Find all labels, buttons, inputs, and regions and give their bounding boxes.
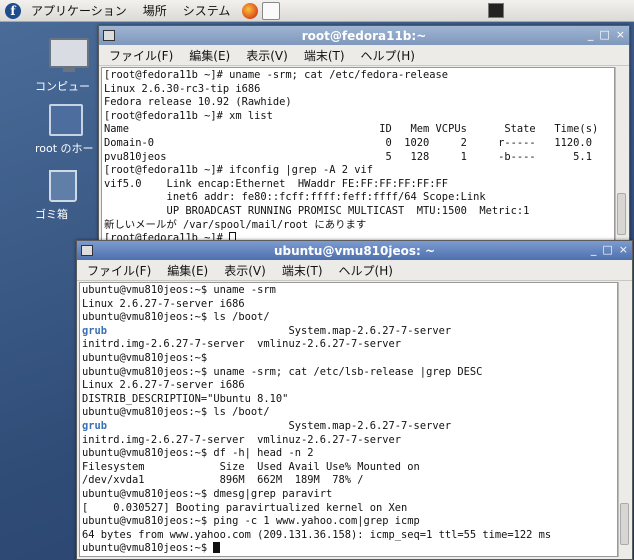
menubar: ファイル(F) 編集(E) 表示(V) 端末(T) ヘルプ(H) [77,260,632,281]
terminal-line: Linux 2.6.27-7-server i686 [82,379,245,392]
terminal-line: [root@fedora11b ~]# ifconfig |grep -A 2 … [104,164,373,177]
close-button[interactable]: × [616,28,625,41]
terminal-output[interactable]: ubuntu@vmu810jeos:~$ uname -srm Linux 2.… [79,282,618,557]
terminal-line: initrd.img-2.6.27-7-server vmlinuz-2.6.2… [82,338,402,351]
mail-launcher-icon[interactable] [262,1,281,20]
menu-edit[interactable]: 編集(E) [159,262,216,279]
terminal-line: ubuntu@vmu810jeos:~$ dmesg|grep paravirt [82,487,333,500]
minimize-button[interactable]: _ [588,28,594,41]
maximize-button[interactable]: □ [602,243,612,256]
terminal-line: Filesystem Size Used Avail Use% Mounted … [82,460,420,473]
menu-terminal[interactable]: 端末(T) [296,47,353,64]
scrollbar[interactable] [615,67,627,247]
terminal-line: ubuntu@vmu810jeos:~$ [82,351,208,364]
home-folder-icon [49,104,83,136]
maximize-button[interactable]: □ [599,28,609,41]
menu-file[interactable]: ファイル(F) [79,262,159,279]
terminal-line: ubuntu@vmu810jeos:~$ ls /boot/ [82,406,270,419]
trash-icon [49,170,77,202]
terminal-tray-icon[interactable] [488,3,504,18]
terminal-line: ubuntu@vmu810jeos:~$ df -h| head -n 2 [82,447,314,460]
window-title: root@fedora11b:~ [301,28,427,43]
menu-view[interactable]: 表示(V) [238,47,296,64]
menu-system[interactable]: システム [177,2,237,19]
top-panel: f アプリケーション 場所 システム [0,0,634,22]
terminal-line: grub System.map-2.6.27-7-server [82,324,452,337]
terminal-line: grub System.map-2.6.27-7-server [82,419,452,432]
terminal-line: ubuntu@vmu810jeos:~$ uname -srm [82,284,276,296]
menu-terminal[interactable]: 端末(T) [274,262,331,279]
menu-edit[interactable]: 編集(E) [181,47,238,64]
menubar: ファイル(F) 編集(E) 表示(V) 端末(T) ヘルプ(H) [99,45,629,66]
terminal-line: initrd.img-2.6.27-7-server vmlinuz-2.6.2… [82,433,402,446]
terminal-line: UP BROADCAST RUNNING PROMISC MULTICAST M… [104,204,530,217]
terminal-window-ubuntu[interactable]: ubuntu@vmu810jeos: ~ _ □ × ファイル(F) 編集(E)… [76,240,633,560]
terminal-line: Linux 2.6.30-rc3-tip i686 [104,82,261,95]
terminal-line: pvu810jeos 5 128 1 -b---- 5.1 [104,150,592,163]
window-title: ubuntu@vmu810jeos: ~ [273,243,436,258]
menu-file[interactable]: ファイル(F) [101,47,181,64]
terminal-line: vif5.0 Link encap:Ethernet HWaddr FE:FF:… [104,177,449,190]
window-menu-icon[interactable] [81,245,93,256]
minimize-button[interactable]: _ [591,243,597,256]
close-button[interactable]: × [619,243,628,256]
window-menu-icon[interactable] [103,30,115,41]
terminal-line: ubuntu@vmu810jeos:~$ ls /boot/ [82,311,270,324]
menu-help[interactable]: ヘルプ(H) [353,47,423,64]
menu-help[interactable]: ヘルプ(H) [331,262,401,279]
menu-places[interactable]: 場所 [137,2,173,19]
terminal-line: [root@fedora11b ~]# xm list [104,109,273,122]
terminal-line: Linux 2.6.27-7-server i686 [82,297,245,310]
terminal-line: 新しいメールが /var/spool/mail/root にあります [104,218,367,231]
scrollbar[interactable] [618,282,630,557]
cursor [213,542,221,554]
terminal-line: Fedora release 10.92 (Rawhide) [104,96,292,109]
fedora-logo-icon[interactable]: f [5,2,21,19]
terminal-line: DISTRIB_DESCRIPTION="Ubuntu 8.10" [82,392,289,405]
terminal-output[interactable]: [root@fedora11b ~]# uname -srm; cat /etc… [101,67,615,247]
terminal-line: inet6 addr: fe80::fcff:ffff:feff:ffff/64… [104,191,486,204]
titlebar[interactable]: root@fedora11b:~ _ □ × [99,26,629,45]
terminal-line: [ 0.030527] Booting paravirtualized kern… [82,501,408,514]
computer-icon [49,38,89,72]
terminal-line: /dev/xvda1 896M 662M 189M 78% / [82,474,364,487]
terminal-line: Domain-0 0 1020 2 r----- 1120.0 [104,136,592,149]
menu-view[interactable]: 表示(V) [216,262,274,279]
menu-applications[interactable]: アプリケーション [25,2,133,19]
firefox-launcher-icon[interactable] [242,2,259,19]
directory-entry: grub [82,419,108,432]
terminal-line: 64 bytes from www.yahoo.com (209.131.36.… [82,528,552,541]
terminal-window-fedora[interactable]: root@fedora11b:~ _ □ × ファイル(F) 編集(E) 表示(… [98,25,630,250]
terminal-line: [root@fedora11b ~]# uname -srm; cat /etc… [104,69,449,81]
directory-entry: grub [82,324,108,337]
terminal-line: ubuntu@vmu810jeos:~$ ping -c 1 www.yahoo… [82,515,420,528]
terminal-line: ubuntu@vmu810jeos:~$ uname -srm; cat /et… [82,365,483,378]
terminal-prompt: ubuntu@vmu810jeos:~$ [82,542,214,555]
titlebar[interactable]: ubuntu@vmu810jeos: ~ _ □ × [77,241,632,260]
terminal-line: Name ID Mem VCPUs State Time(s) [104,123,599,136]
